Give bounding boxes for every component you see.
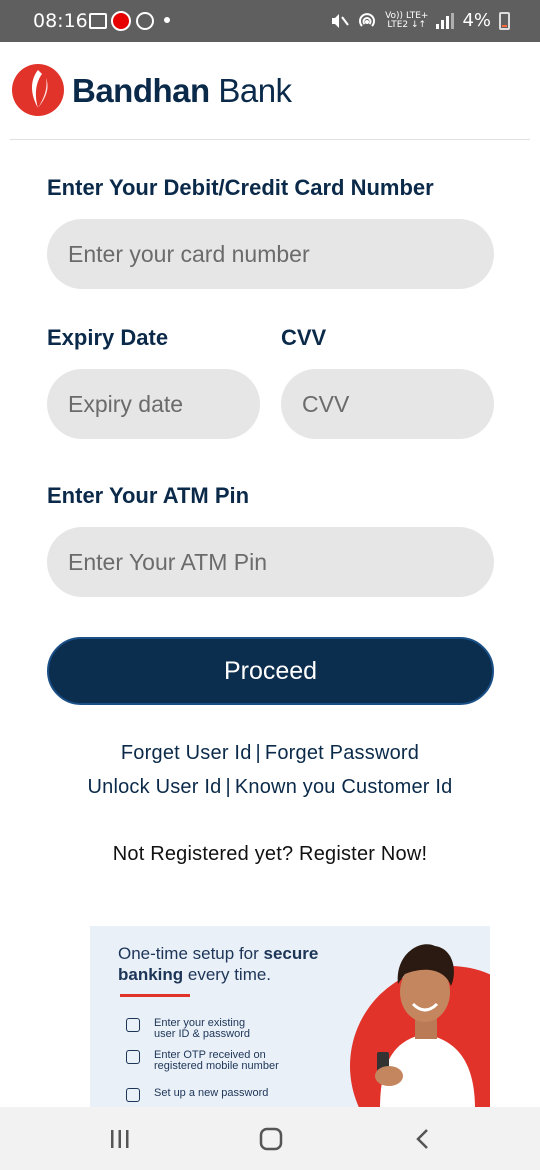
expiry-date-input[interactable] [47,369,260,439]
status-bar: 08:16 Vo)) LTE+ LTE2 ↓↑ 4% [0,0,540,42]
banner-title: One-time setup for secure banking every … [118,944,319,984]
person-illustration [375,944,475,1107]
banner-step-1: Enter your existing user ID & password [126,1018,250,1040]
back-icon [416,1129,428,1149]
banner-accent-line [120,994,190,997]
proceed-button[interactable]: Proceed [47,637,494,705]
battery-percent: 4% [462,10,491,31]
register-now-link[interactable]: Not Registered yet? Register Now! [0,843,540,866]
home-button[interactable] [256,1125,286,1153]
network-type: Vo)) LTE+ LTE2 ↓↑ [385,10,429,30]
cvv-label: CVV [281,325,327,350]
card-number-input[interactable] [47,219,494,289]
unlock-user-id-link[interactable]: Unlock User Id [88,776,222,798]
notification-dot [164,17,170,23]
atm-pin-label: Enter Your ATM Pin [47,483,250,508]
cvv-input[interactable] [281,369,494,439]
back-button[interactable] [408,1125,438,1153]
recent-apps-button[interactable] [105,1125,135,1153]
link-separator: | [225,776,231,798]
battery-icon [499,11,510,30]
hotspot-icon [359,12,375,27]
forget-password-link[interactable]: Forget Password [265,742,419,764]
mute-icon [332,13,349,28]
status-time: 08:16 [33,10,88,32]
app-header: Bandhan Bank [0,42,540,140]
account-links-row-1: Forget User Id | Forget Password [0,742,540,765]
phone-icon [126,1050,140,1064]
signal-icon [436,12,455,29]
recent-apps-icon [111,1130,129,1148]
at-icon [136,12,154,30]
lock-icon [126,1088,140,1102]
link-separator: | [255,742,261,764]
home-icon [259,1127,283,1151]
vodafone-icon [111,11,131,31]
hand-icon [126,1018,140,1032]
status-right: Vo)) LTE+ LTE2 ↓↑ 4% [329,10,510,31]
brand-name: Bandhan Bank [72,72,292,109]
expiry-date-label: Expiry Date [47,325,169,350]
gallery-icon [89,13,107,29]
known-customer-id-link[interactable]: Known you Customer Id [235,776,453,798]
forget-user-id-link[interactable]: Forget User Id [121,742,252,764]
header-divider [10,139,530,140]
atm-pin-input[interactable] [47,527,494,597]
promo-banner[interactable]: One-time setup for secure banking every … [90,926,490,1107]
bandhan-logo-icon [12,64,64,116]
banner-step-2: Enter OTP received on registered mobile n… [126,1050,279,1072]
system-nav-bar [0,1107,540,1170]
card-number-label: Enter Your Debit/Credit Card Number [47,175,434,200]
account-links-row-2: Unlock User Id | Known you Customer Id [0,776,540,799]
banner-step-3: Set up a new password [126,1088,268,1102]
